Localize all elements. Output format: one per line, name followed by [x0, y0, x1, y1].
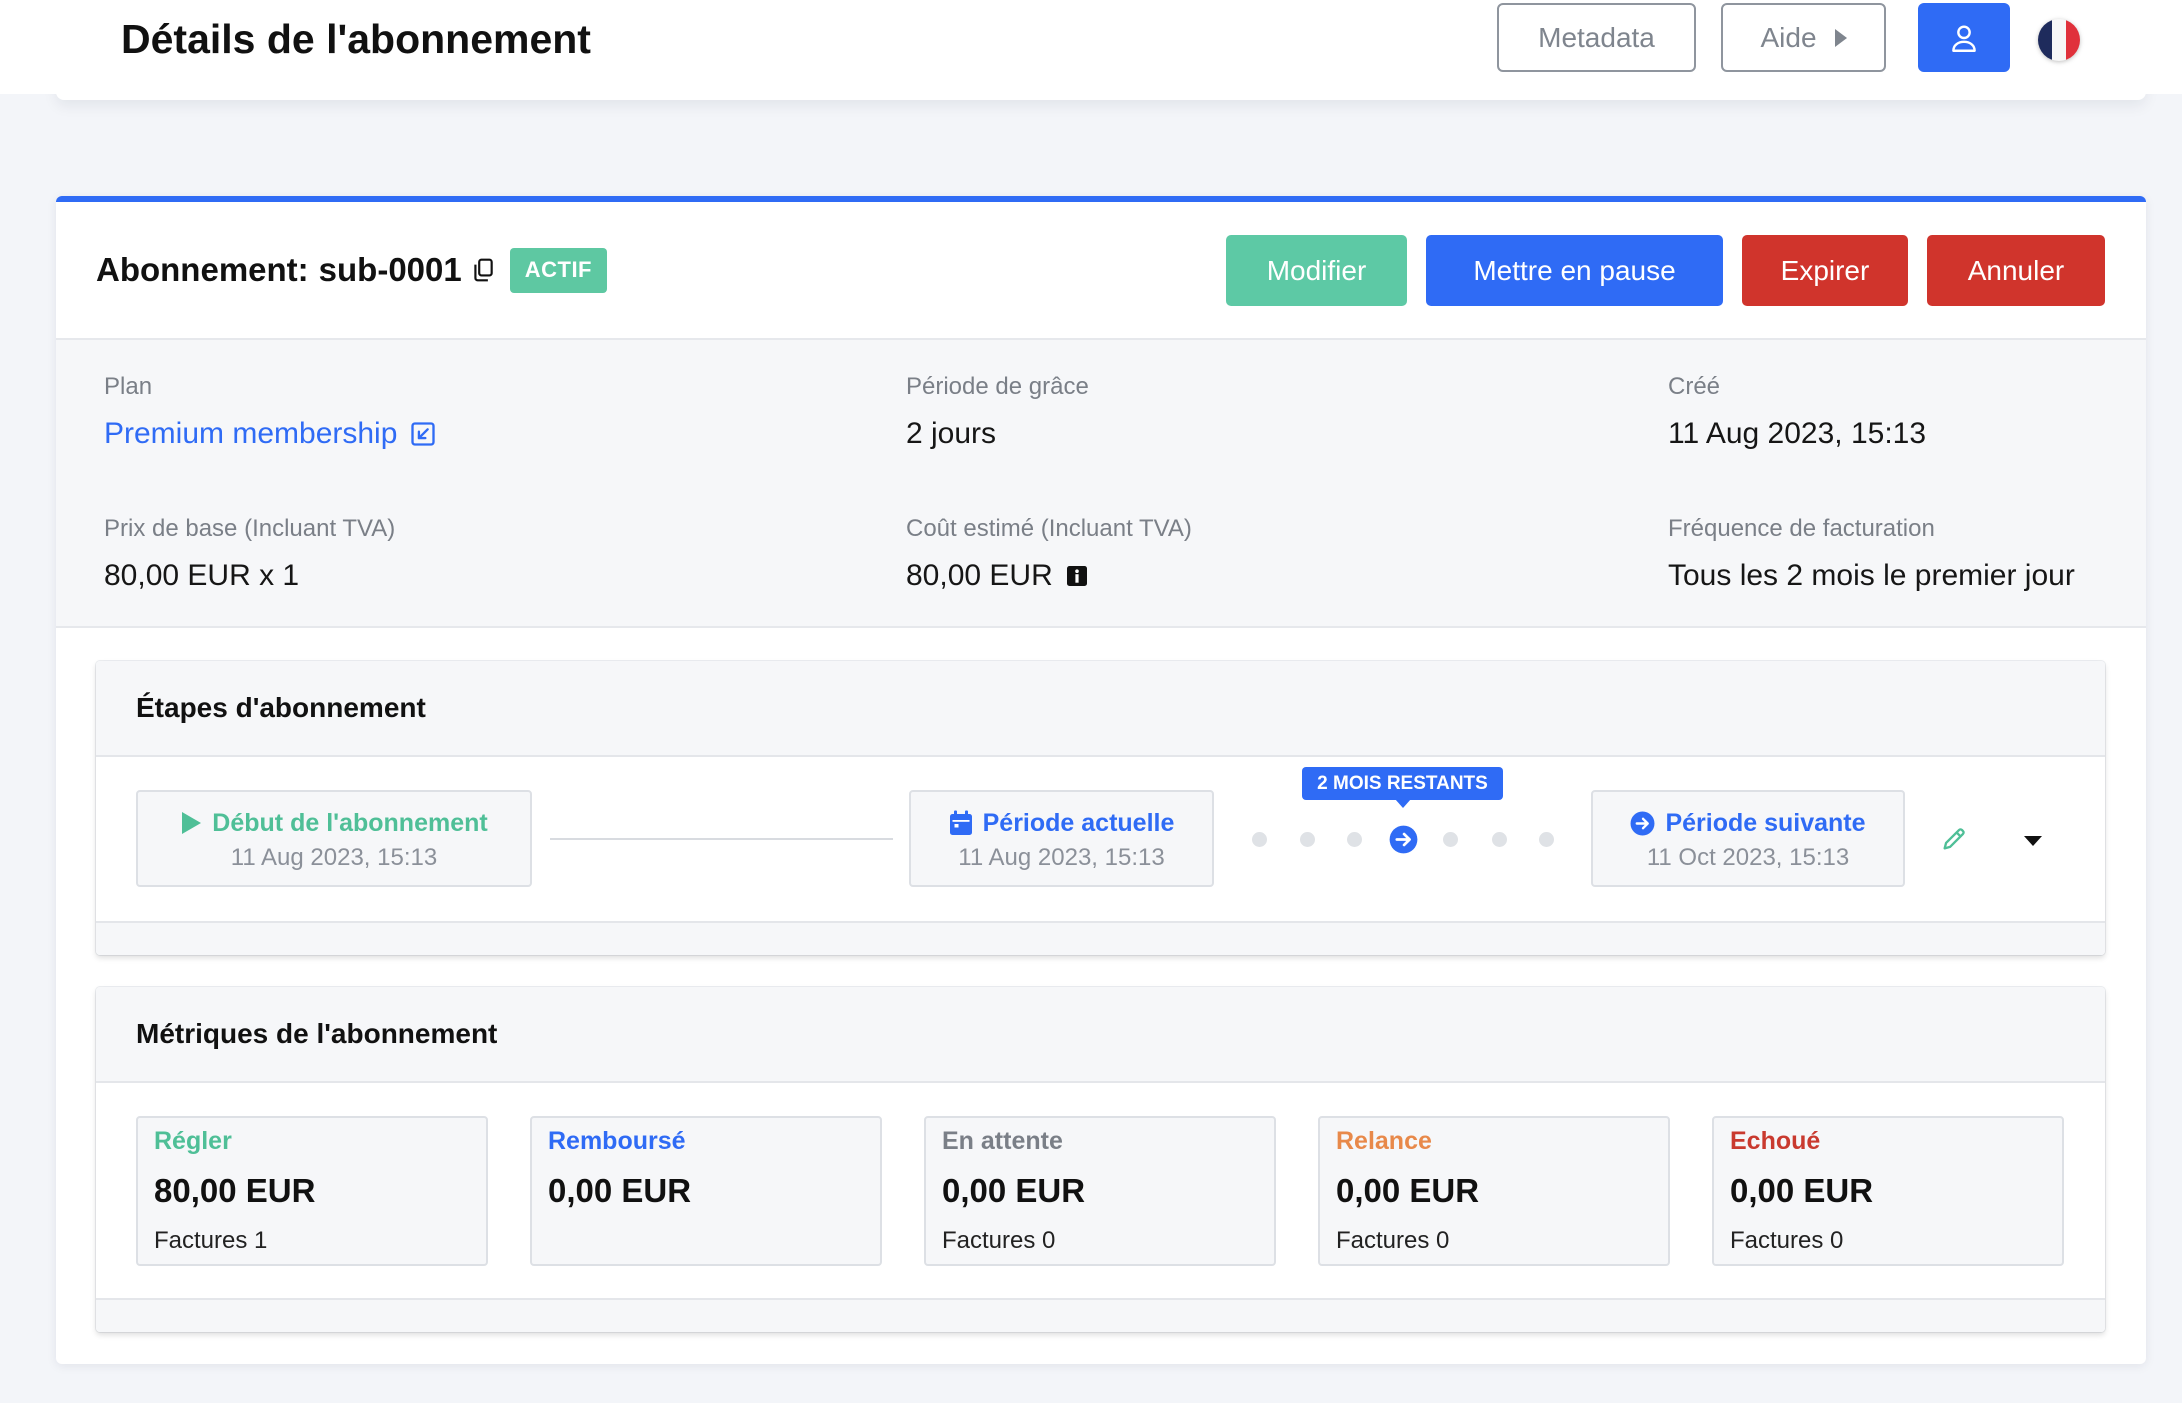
- metric-card-dunning: Relance 0,00 EUR Factures 0: [1318, 1116, 1670, 1266]
- timeline-dot: [1300, 832, 1315, 847]
- estimated-cost-value: 80,00 EUR: [906, 559, 1053, 592]
- metric-label: Echoué: [1730, 1127, 1821, 1155]
- metadata-button[interactable]: Metadata: [1497, 3, 1696, 72]
- arrow-circle-right-icon: [1630, 811, 1655, 836]
- plan-link[interactable]: Premium membership: [104, 416, 437, 452]
- timeline-dot: [1492, 832, 1507, 847]
- timeline-dot: [1252, 832, 1267, 847]
- step-next-date: 11 Oct 2023, 15:13: [1646, 844, 1850, 871]
- metric-label: En attente: [942, 1127, 1063, 1155]
- detail-label: Créé: [1668, 373, 1721, 400]
- step-start-date: 11 Aug 2023, 15:13: [230, 844, 438, 871]
- step-start-label: Début de l'abonnement: [138, 808, 530, 838]
- step-current-label: Période actuelle: [911, 808, 1212, 838]
- subscription-metrics-panel: Métriques de l'abonnement Régler 80,00 E…: [96, 987, 2105, 1332]
- cancel-button[interactable]: Annuler: [1927, 235, 2105, 306]
- detail-grace-period: Période de grâce 2 jours: [906, 372, 1089, 452]
- step-next-label-text: Période suivante: [1665, 809, 1866, 837]
- remaining-badge: 2 MOIS RESTANTS: [1302, 767, 1503, 800]
- metric-invoices: Factures 0: [942, 1227, 1056, 1254]
- panel-footer: [96, 1298, 2105, 1332]
- detail-plan: Plan Premium membership: [104, 372, 437, 452]
- detail-label: Période de grâce: [906, 373, 1089, 400]
- step-next-label: Période suivante: [1593, 808, 1903, 838]
- metadata-button-label: Metadata: [1538, 21, 1655, 53]
- detail-base-price: Prix de base (Incluant TVA) 80,00 EUR x …: [104, 514, 395, 594]
- play-icon: [180, 811, 202, 835]
- caret-down-icon[interactable]: [2024, 835, 2042, 847]
- metric-card-refunded: Remboursé 0,00 EUR: [530, 1116, 882, 1266]
- page-title: Détails de l'abonnement: [121, 16, 591, 62]
- flag-fr-icon[interactable]: [2037, 18, 2081, 62]
- metric-label: Régler: [154, 1127, 232, 1155]
- timeline-dot: [1443, 832, 1458, 847]
- step-current: Période actuelle 11 Aug 2023, 15:13: [909, 790, 1214, 887]
- detail-label: Coût estimé (Incluant TVA): [906, 515, 1192, 542]
- expire-button[interactable]: Expirer: [1742, 235, 1908, 306]
- detail-billing-frequency: Fréquence de facturation Tous les 2 mois…: [1668, 514, 2075, 594]
- user-icon: [1947, 21, 1981, 55]
- timeline-connector: [550, 838, 893, 840]
- detail-value: 11 Aug 2023, 15:13: [1668, 417, 1927, 450]
- detail-label: Fréquence de facturation: [1668, 515, 1935, 542]
- metric-card-settled: Régler 80,00 EUR Factures 1: [136, 1116, 488, 1266]
- pause-button[interactable]: Mettre en pause: [1426, 235, 1723, 306]
- step-current-date: 11 Aug 2023, 15:13: [958, 844, 1165, 871]
- metrics-title: Métriques de l'abonnement: [136, 1018, 498, 1049]
- metric-amount: 80,00 EUR: [154, 1172, 316, 1209]
- status-badge: ACTIF: [509, 247, 607, 293]
- subscription-id: sub-0001: [318, 251, 462, 288]
- metric-amount: 0,00 EUR: [1336, 1172, 1480, 1209]
- info-icon[interactable]: [1065, 564, 1089, 588]
- pencil-icon[interactable]: [1940, 825, 1968, 853]
- step-start-label-text: Début de l'abonnement: [212, 809, 488, 837]
- panel-header: Étapes d'abonnement: [96, 661, 2105, 757]
- metric-invoices: Factures 0: [1336, 1227, 1450, 1254]
- subscription-title-label: Abonnement:: [96, 251, 309, 288]
- detail-value: Tous les 2 mois le premier jour: [1668, 559, 2075, 592]
- timeline-dot-current-icon: [1389, 825, 1418, 854]
- metric-amount: 0,00 EUR: [1730, 1172, 1874, 1209]
- detail-value: 2 jours: [906, 417, 997, 450]
- metric-card-pending: En attente 0,00 EUR Factures 0: [924, 1116, 1276, 1266]
- subscription-steps-panel: Étapes d'abonnement Début de l'abonnemen…: [96, 661, 2105, 955]
- remaining-badge-pointer: [1395, 799, 1411, 808]
- calendar-icon: [949, 810, 973, 836]
- subscription-title: Abonnement: sub-0001: [96, 251, 462, 289]
- detail-estimated-cost: Coût estimé (Incluant TVA) 80,00 EUR: [906, 514, 1192, 594]
- external-link-icon[interactable]: [409, 420, 437, 448]
- steps-title: Étapes d'abonnement: [136, 692, 426, 723]
- panel-footer: [96, 921, 2105, 955]
- detail-value: 80,00 EUR x 1: [104, 559, 300, 592]
- timeline-dot: [1539, 832, 1554, 847]
- plan-link-text[interactable]: Premium membership: [104, 416, 397, 452]
- help-button[interactable]: Aide: [1721, 3, 1886, 72]
- detail-value: 80,00 EUR: [906, 558, 1192, 594]
- help-button-label: Aide: [1760, 21, 1817, 53]
- panel-header: Métriques de l'abonnement: [96, 987, 2105, 1083]
- metric-invoices: Factures 1: [154, 1227, 268, 1254]
- subscription-heading: Abonnement: sub-0001 ACTIF: [96, 202, 607, 338]
- detail-label: Prix de base (Incluant TVA): [104, 515, 396, 542]
- copy-icon[interactable]: [470, 257, 496, 283]
- metric-card-failed: Echoué 0,00 EUR Factures 0: [1712, 1116, 2064, 1266]
- user-menu-button[interactable]: [1918, 3, 2010, 72]
- step-start: Début de l'abonnement 11 Aug 2023, 15:13: [136, 790, 532, 887]
- timeline-dot: [1347, 832, 1362, 847]
- step-current-label-text: Période actuelle: [982, 809, 1175, 837]
- metric-amount: 0,00 EUR: [942, 1172, 1086, 1209]
- edit-button[interactable]: Modifier: [1226, 235, 1407, 306]
- metric-label: Remboursé: [548, 1127, 686, 1155]
- subscription-card: Abonnement: sub-0001 ACTIF Modifier Mettr…: [56, 196, 2146, 1364]
- caret-right-icon: [1834, 28, 1847, 47]
- metric-amount: 0,00 EUR: [548, 1172, 692, 1209]
- detail-created: Créé 11 Aug 2023, 15:13: [1668, 372, 1926, 452]
- top-bar: Détails de l'abonnement Metadata Aide: [0, 0, 2182, 94]
- detail-label: Plan: [104, 373, 153, 400]
- metric-label: Relance: [1336, 1127, 1432, 1155]
- metric-invoices: Factures 0: [1730, 1227, 1844, 1254]
- step-next: Période suivante 11 Oct 2023, 15:13: [1591, 790, 1905, 887]
